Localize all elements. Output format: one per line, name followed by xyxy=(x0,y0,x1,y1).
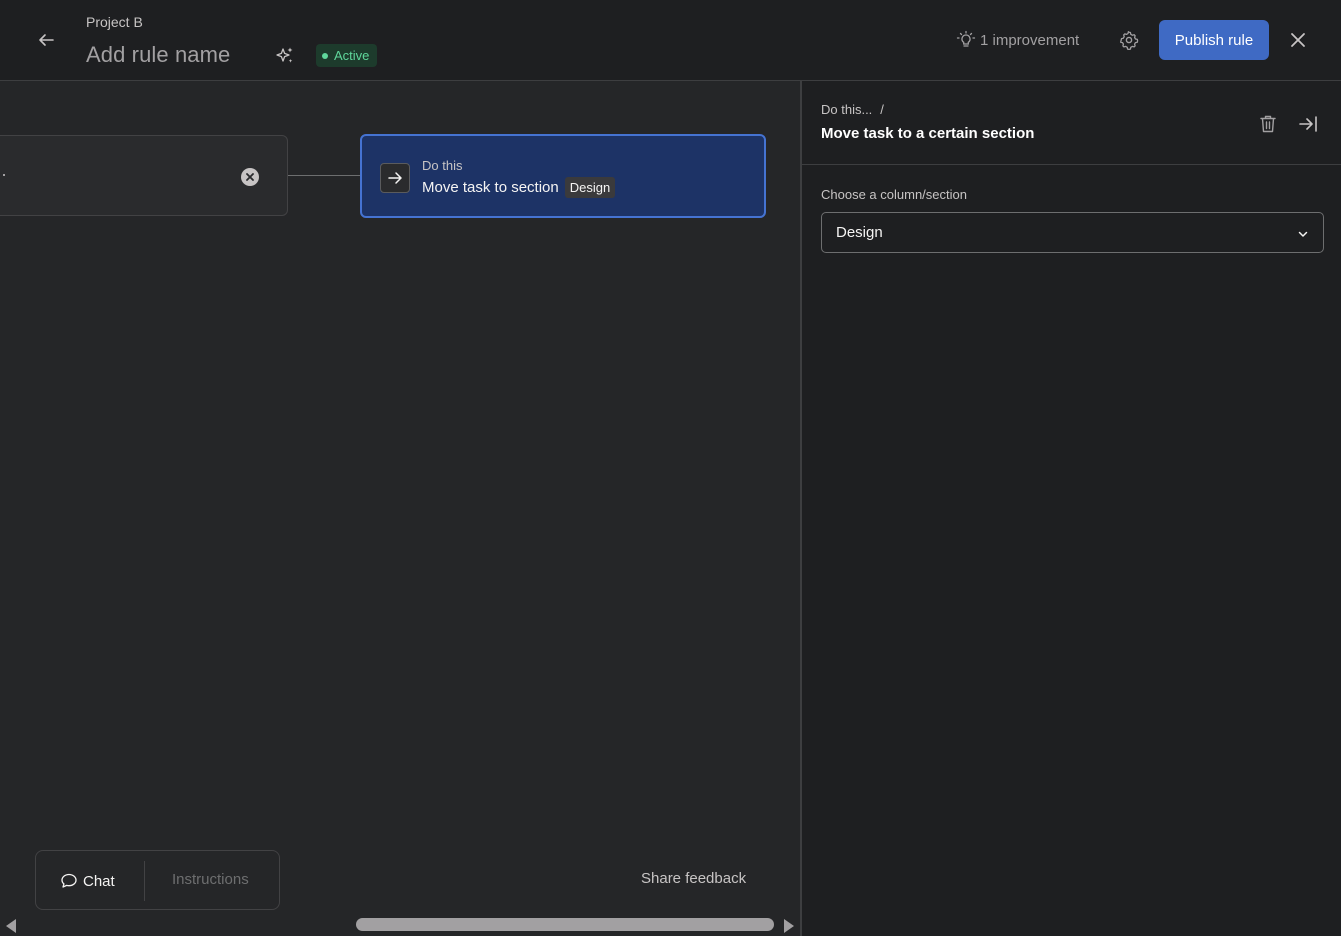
action-title-text: Move task to section xyxy=(422,179,559,196)
action-label: Do this xyxy=(422,158,463,173)
delete-action-button[interactable] xyxy=(1257,113,1279,135)
remove-trigger-button[interactable] xyxy=(241,168,259,186)
tab-chat[interactable]: Chat xyxy=(60,871,115,891)
publish-rule-button[interactable]: Publish rule xyxy=(1159,20,1269,60)
collapse-right-icon xyxy=(1299,116,1317,132)
breadcrumb-item[interactable]: Do this... xyxy=(821,102,872,117)
lightbulb-icon xyxy=(956,30,976,47)
share-feedback-link[interactable]: Share feedback xyxy=(641,870,746,887)
status-label: Active xyxy=(334,48,370,63)
scroll-left-arrow-icon[interactable] xyxy=(6,919,16,933)
status-dot-icon xyxy=(322,52,328,59)
trash-icon xyxy=(1260,115,1276,133)
header: Project B Add rule name Active 1 improve… xyxy=(0,0,1341,81)
rule-name-input[interactable]: Add rule name xyxy=(86,42,230,68)
back-button[interactable] xyxy=(30,24,62,56)
sparkle-icon xyxy=(276,47,293,63)
breadcrumb-separator: / xyxy=(880,102,884,117)
bottom-tabs: Chat Instructions xyxy=(35,850,280,910)
rule-builder: Project B Add rule name Active 1 improve… xyxy=(0,0,1341,936)
chevron-down-icon xyxy=(1298,231,1308,237)
ai-sparkle-button[interactable] xyxy=(272,43,298,69)
action-title: Move task to section Design xyxy=(422,177,616,198)
close-circle-icon xyxy=(246,173,254,181)
panel-header: Do this... / Move task to a certain sect… xyxy=(802,81,1341,165)
scroll-thumb[interactable] xyxy=(356,918,774,931)
section-field-label: Choose a column/section xyxy=(821,187,967,202)
action-icon xyxy=(380,163,410,193)
action-card[interactable]: Do this Move task to section Design xyxy=(360,134,766,218)
collapse-panel-button[interactable] xyxy=(1297,113,1319,135)
section-select-value: Design xyxy=(836,224,883,241)
connector-line xyxy=(288,175,360,176)
section-chip: Design xyxy=(564,177,616,198)
improvement-button[interactable]: 1 improvement xyxy=(956,28,1079,52)
status-badge: Active xyxy=(316,44,378,67)
arrow-right-icon xyxy=(388,172,402,184)
project-name: Project B xyxy=(86,14,143,30)
scroll-right-arrow-icon[interactable] xyxy=(784,919,794,933)
breadcrumb: Do this... / xyxy=(821,102,884,117)
horizontal-scrollbar[interactable] xyxy=(0,915,800,936)
close-icon xyxy=(1291,33,1305,47)
improvement-label: 1 improvement xyxy=(980,31,1080,49)
trigger-text xyxy=(3,174,5,176)
arrow-left-icon xyxy=(39,34,54,46)
details-panel: Do this... / Move task to a certain sect… xyxy=(800,81,1341,936)
close-button[interactable] xyxy=(1286,28,1310,52)
tab-instructions[interactable]: Instructions xyxy=(172,871,249,888)
tab-divider xyxy=(144,861,145,901)
workflow-canvas[interactable]: Do this Move task to section Design Chat… xyxy=(0,81,800,936)
panel-title: Move task to a certain section xyxy=(821,125,1035,142)
tab-chat-label: Chat xyxy=(83,872,115,890)
section-select[interactable]: Design xyxy=(821,212,1324,253)
gear-icon xyxy=(1120,31,1139,50)
settings-button[interactable] xyxy=(1116,27,1142,53)
trigger-card[interactable] xyxy=(0,135,288,216)
chat-bubble-icon xyxy=(61,873,77,888)
